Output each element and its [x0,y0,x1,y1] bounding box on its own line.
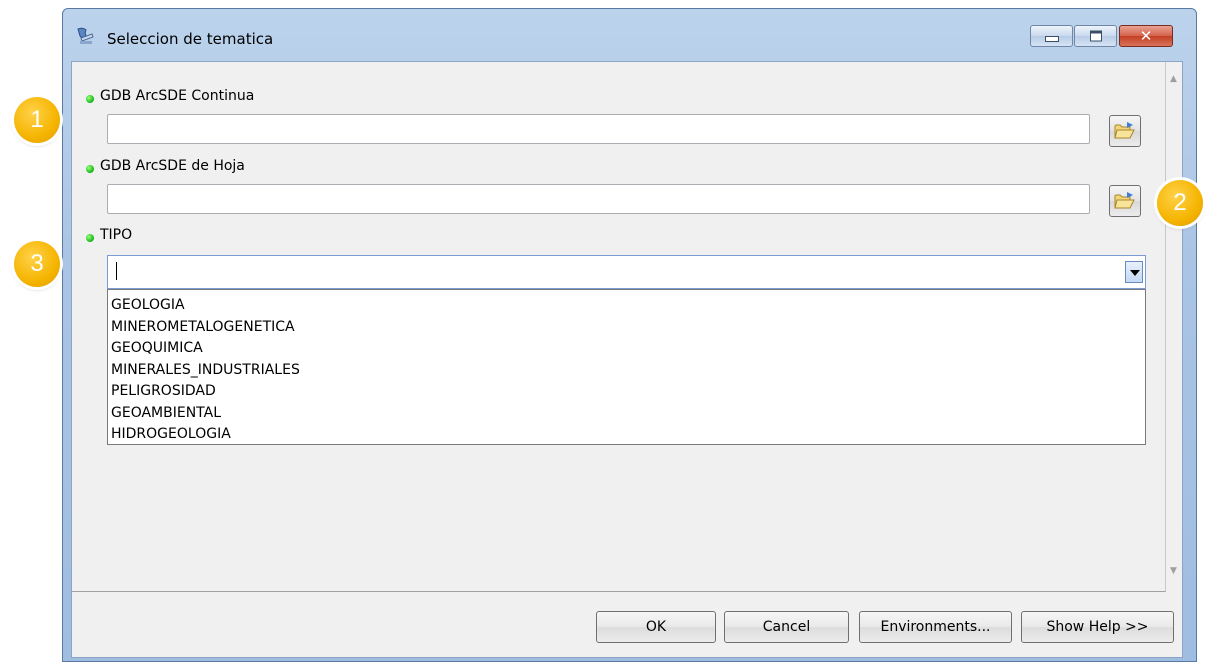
required-indicator-icon [86,234,94,242]
environments-button[interactable]: Environments... [859,611,1012,643]
maximize-icon [1089,30,1102,42]
maximize-button[interactable] [1074,25,1117,47]
required-indicator-icon [86,165,94,173]
dropdown-option[interactable]: HIDROGEOLOGIA [108,424,1145,446]
scroll-up-icon[interactable]: ▲ [1170,74,1177,84]
text-caret [116,262,117,280]
gdb-hoja-input[interactable] [107,184,1090,214]
close-icon: ✕ [1139,27,1153,45]
parameters-panel: GDB ArcSDE Continua GDB ArcSDE de Hoja T… [72,62,1166,592]
scroll-down-icon[interactable]: ▼ [1170,566,1177,576]
dropdown-option[interactable]: MINEROMETALOGENETICA [108,317,1145,339]
dialog-body: GDB ArcSDE Continua GDB ArcSDE de Hoja T… [71,61,1183,658]
title-bar[interactable]: Seleccion de tematica ✕ [63,9,1196,69]
dropdown-option[interactable]: GEOLOGIA [108,295,1145,317]
callout-badge-1: 1 [14,97,60,143]
dropdown-option[interactable]: MINERALES_INDUSTRIALES [108,360,1145,382]
dropdown-option[interactable]: GEOAMBIENTAL [108,403,1145,425]
param-label-tipo: TIPO [100,227,133,243]
dropdown-option[interactable]: GEOQUIMICA [108,338,1145,360]
ok-button[interactable]: OK [596,611,716,643]
tipo-dropdown-button[interactable] [1125,261,1143,283]
required-indicator-icon [86,95,94,103]
callout-badge-3: 3 [14,241,60,287]
dialog-window: Seleccion de tematica ✕ GDB ArcSDE Conti… [62,8,1197,662]
cancel-button[interactable]: Cancel [724,611,849,643]
vertical-scrollbar[interactable]: ▲ ▼ [1166,62,1182,592]
dropdown-option[interactable]: PELIGROSIDAD [108,381,1145,403]
folder-open-icon [1114,122,1135,139]
chevron-down-icon [1130,270,1140,276]
window-title: Seleccion de tematica [107,30,274,48]
minimize-button[interactable] [1030,25,1073,47]
gdb-continua-input[interactable] [107,114,1090,144]
tipo-combobox[interactable] [107,255,1146,289]
tipo-dropdown-list: GEOLOGIA MINEROMETALOGENETICA GEOQUIMICA… [107,289,1146,445]
folder-open-icon [1114,192,1135,209]
param-label-gdb-hoja: GDB ArcSDE de Hoja [100,158,245,174]
close-button[interactable]: ✕ [1119,25,1173,47]
show-help-button[interactable]: Show Help >> [1021,611,1174,643]
minimize-icon [1044,36,1059,42]
tool-dialog-icon [77,27,94,44]
browse-gdb-hoja-button[interactable] [1109,185,1141,217]
browse-gdb-continua-button[interactable] [1109,115,1141,147]
param-label-gdb-continua: GDB ArcSDE Continua [100,88,255,104]
callout-badge-2: 2 [1157,180,1203,226]
